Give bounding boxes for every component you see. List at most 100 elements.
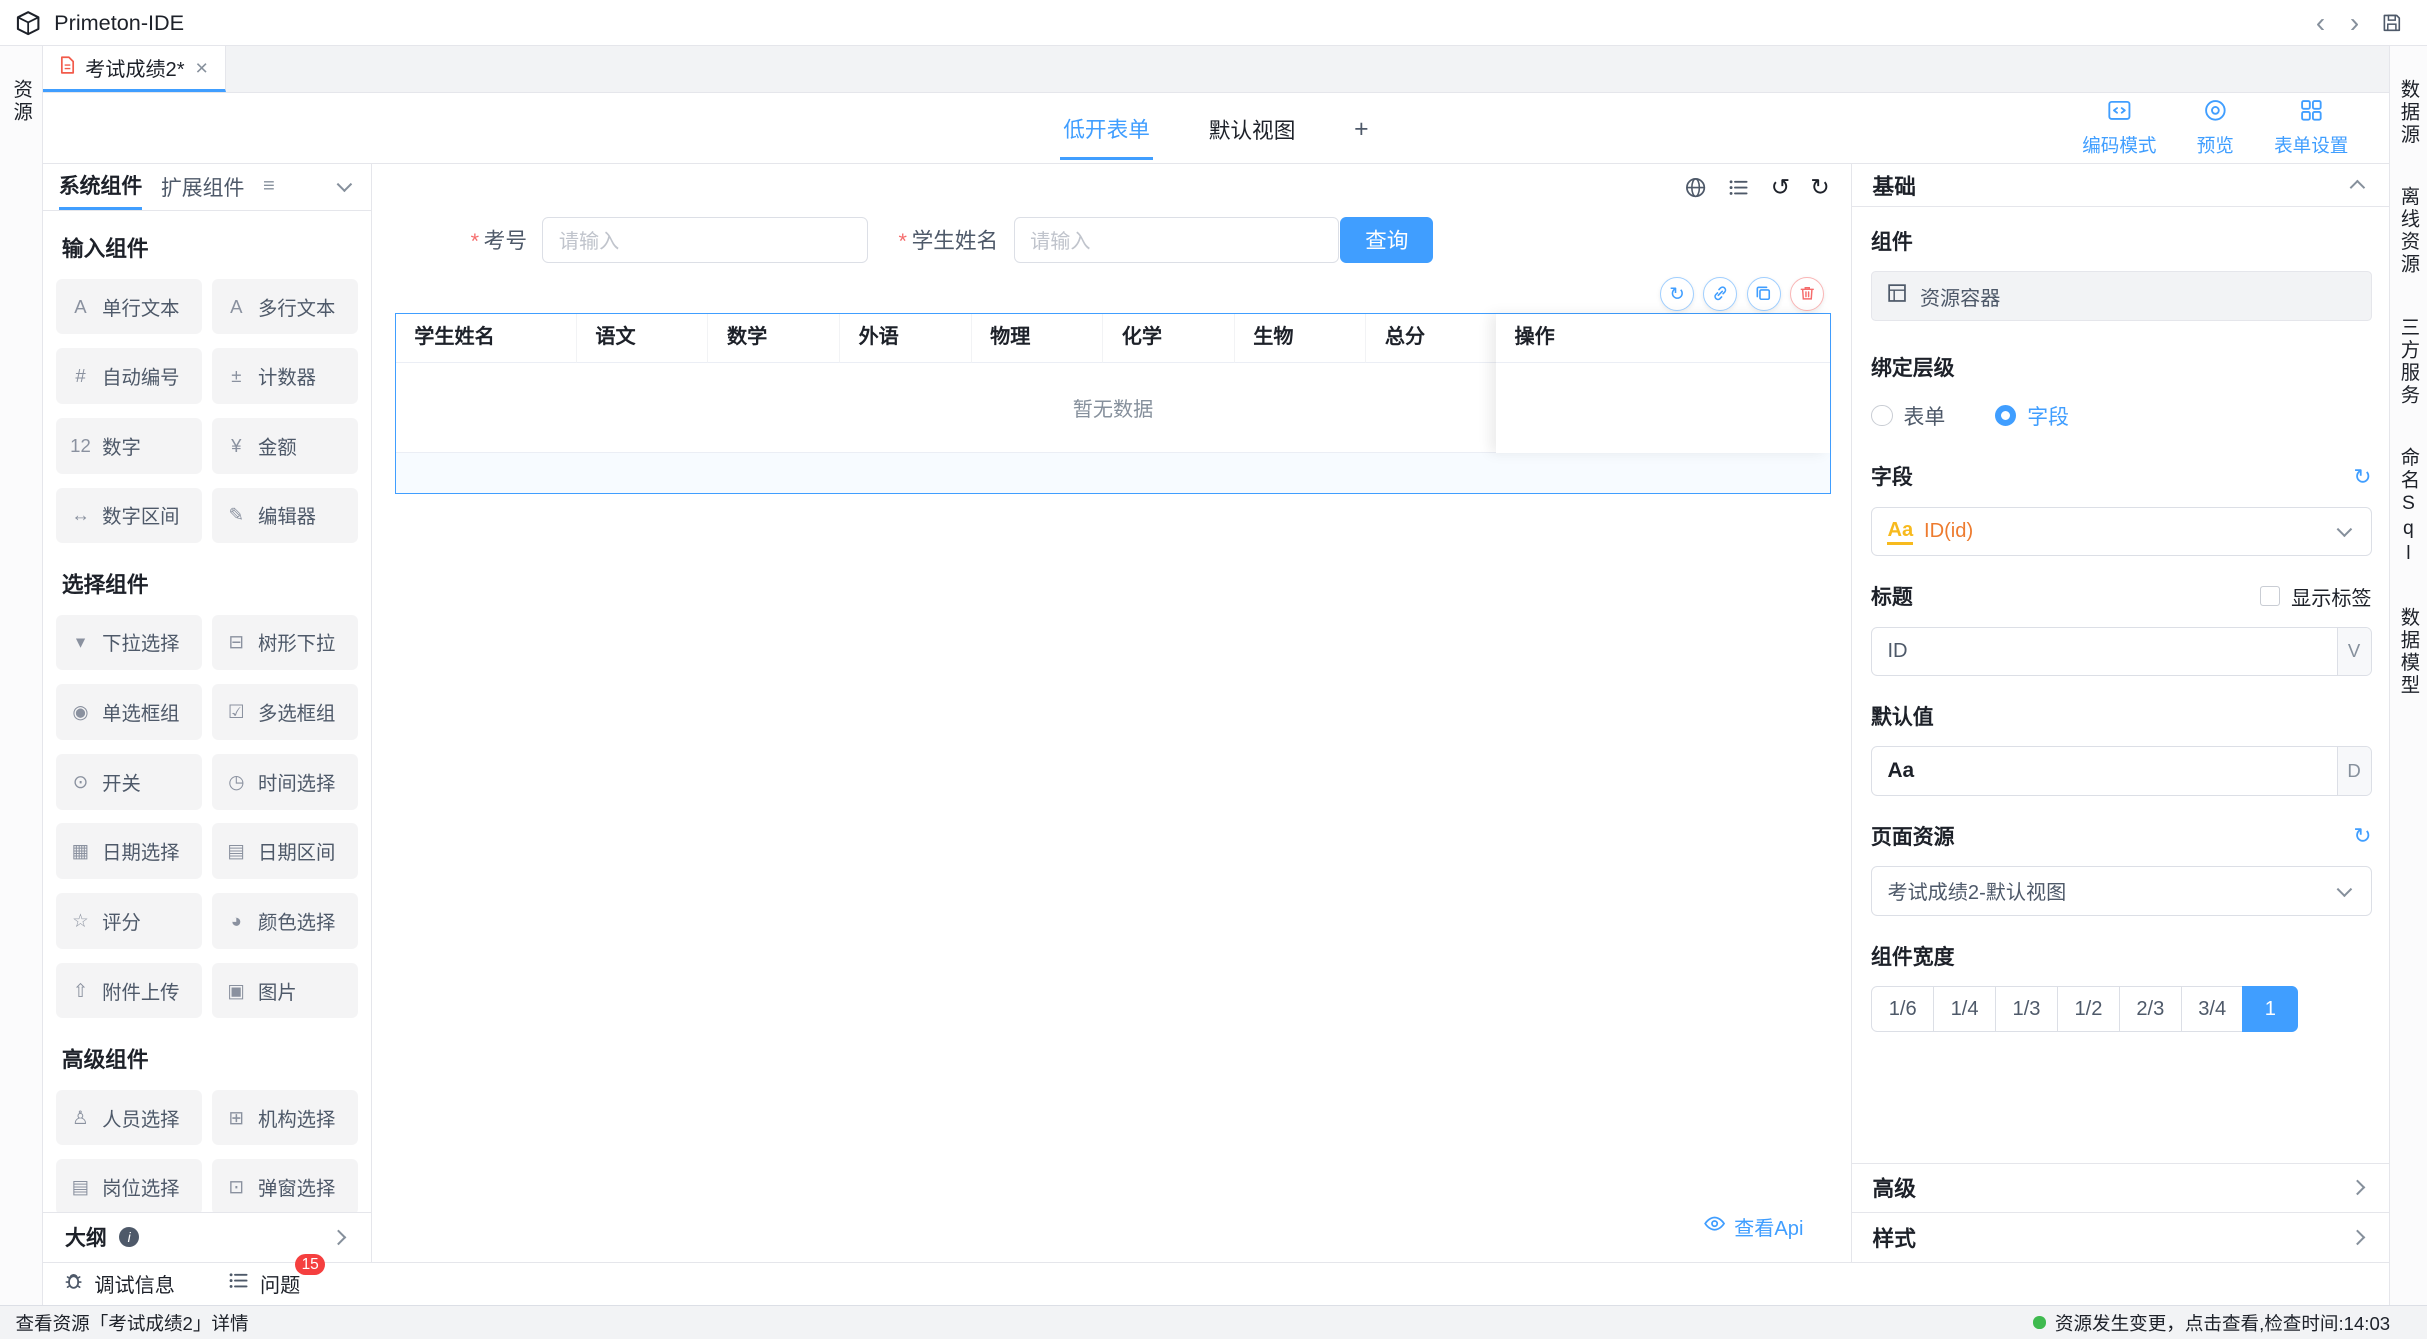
tab-close-icon[interactable]: × <box>194 55 210 81</box>
component-item-rating[interactable]: ☆评分 <box>56 893 203 949</box>
preview-label: 预览 <box>2197 131 2234 158</box>
show-label-checkbox[interactable]: 显示标签 <box>2260 582 2371 611</box>
style-section-header[interactable]: 样式 <box>1852 1212 2388 1262</box>
radio-circle-icon <box>1871 405 1893 427</box>
component-item-date-picker[interactable]: ▦日期选择 <box>56 823 203 879</box>
query-button[interactable]: 查询 <box>1340 217 1433 263</box>
component-item-switch[interactable]: ⊙开关 <box>56 754 203 810</box>
width-option-3-4[interactable]: 3/4 <box>2181 986 2244 1032</box>
component-item-dropdown[interactable]: ▾下拉选择 <box>56 615 203 671</box>
basic-section-title: 基础 <box>1873 170 1916 201</box>
date-picker-icon: ▦ <box>68 840 93 862</box>
design-canvas[interactable]: ↺ ↻ *考号 请输入 *学生姓名 请输入 查询 ↻ <box>372 164 1852 1262</box>
view-tab-form[interactable]: 低开表单 <box>1060 96 1153 161</box>
outline-bar[interactable]: 大纲 i <box>43 1212 370 1262</box>
field-label-student-name: *学生姓名 <box>898 224 998 255</box>
component-item-time-picker[interactable]: ◷时间选择 <box>212 754 359 810</box>
delete-button[interactable] <box>1790 277 1824 311</box>
component-item-multi-line-text[interactable]: A多行文本 <box>212 279 359 335</box>
debug-info-button[interactable]: 调试信息 <box>62 1269 175 1298</box>
exam-no-input[interactable]: 请输入 <box>542 217 867 263</box>
redo-icon[interactable]: ↻ <box>1810 176 1829 199</box>
tab-extended-components[interactable]: 扩展组件 <box>161 164 245 209</box>
nav-forward-icon[interactable]: › <box>2338 9 2372 37</box>
time-picker-icon: ◷ <box>224 771 249 793</box>
width-option-1-2[interactable]: 1/2 <box>2057 986 2120 1032</box>
component-label: 机构选择 <box>258 1104 335 1132</box>
preview-button[interactable]: 预览 <box>2197 98 2234 158</box>
title-input-value: ID <box>1872 628 2337 676</box>
component-item-tree-dropdown[interactable]: ⊟树形下拉 <box>212 615 359 671</box>
problems-button[interactable]: 问题 15 <box>227 1269 300 1298</box>
component-item-color-picker[interactable]: ◕颜色选择 <box>212 893 359 949</box>
width-option-full[interactable]: 1 <box>2242 986 2298 1032</box>
width-option-1-4[interactable]: 1/4 <box>1933 986 1996 1032</box>
container-empty-area[interactable] <box>396 453 1831 493</box>
width-option-1-3[interactable]: 1/3 <box>1995 986 2058 1032</box>
tab-system-components[interactable]: 系统组件 <box>59 164 143 209</box>
problems-label: 问题 <box>260 1269 300 1298</box>
width-option-1-6[interactable]: 1/6 <box>1871 986 1934 1032</box>
rail-item-third-party-service[interactable]: 三方服务 <box>2394 317 2422 407</box>
rail-item-named-sql[interactable]: 命名Sql <box>2394 447 2422 567</box>
sync-button[interactable]: ↻ <box>1660 277 1694 311</box>
component-item-radio-group[interactable]: ◉单选框组 <box>56 684 203 740</box>
copy-button[interactable] <box>1747 277 1781 311</box>
rail-item-data-model[interactable]: 数据模型 <box>2394 607 2422 697</box>
component-item-org-picker[interactable]: ⊞机构选择 <box>212 1090 359 1146</box>
outline-expand-button[interactable] <box>327 1227 349 1249</box>
component-item-single-line-text[interactable]: A单行文本 <box>56 279 203 335</box>
link-button[interactable] <box>1703 277 1737 311</box>
properties-panel: 基础 组件 资源容器 绑定层级 表单 <box>1851 164 2388 1262</box>
component-item-date-range[interactable]: ▤日期区间 <box>212 823 359 879</box>
component-item-auto-number[interactable]: #自动编号 <box>56 348 203 404</box>
component-item-checkbox-group[interactable]: ☑多选框组 <box>212 684 359 740</box>
selected-table-widget[interactable]: ↻ 学生姓名 语文 数学 外语 物理 <box>395 313 1832 495</box>
component-item-attachment-upload[interactable]: ⇧附件上传 <box>56 963 203 1019</box>
rail-item-resources[interactable]: 资源 <box>7 79 35 124</box>
globe-icon[interactable] <box>1684 176 1707 199</box>
default-value-toggle[interactable]: D <box>2337 747 2371 795</box>
component-item-amount[interactable]: ¥金额 <box>212 418 359 474</box>
nav-back-icon[interactable]: ‹ <box>2303 9 2337 37</box>
status-change-notice[interactable]: 资源发生变更，点击查看,检查时间:14:03 <box>2033 1309 2412 1336</box>
form-settings-button[interactable]: 表单设置 <box>2274 98 2348 158</box>
width-option-2-3[interactable]: 2/3 <box>2119 986 2182 1032</box>
checkbox-icon <box>2260 586 2280 606</box>
advanced-section-header[interactable]: 高级 <box>1852 1163 2388 1213</box>
student-name-input[interactable]: 请输入 <box>1014 217 1339 263</box>
add-view-button[interactable]: + <box>1351 99 1372 158</box>
page-resource-sync-icon[interactable]: ↻ <box>2353 825 2371 847</box>
radio-form[interactable]: 表单 <box>1871 401 1945 431</box>
component-item-counter[interactable]: ±计数器 <box>212 348 359 404</box>
component-item-person-picker[interactable]: ♙人员选择 <box>56 1090 203 1146</box>
component-item-image[interactable]: ▣图片 <box>212 963 359 1019</box>
default-value-input[interactable]: Aa D <box>1871 746 2372 796</box>
component-item-number[interactable]: 12数字 <box>56 418 203 474</box>
collapse-panel-button[interactable] <box>333 176 355 198</box>
component-item-post-picker[interactable]: ▤岗位选择 <box>56 1159 203 1212</box>
title-input[interactable]: ID V <box>1871 627 2372 677</box>
rail-item-datasource[interactable]: 数据源 <box>2394 79 2422 146</box>
outline-tree-icon[interactable] <box>1727 176 1750 199</box>
view-api-link[interactable]: 查看Api <box>1703 1212 1803 1241</box>
field-sync-icon[interactable]: ↻ <box>2353 466 2371 488</box>
view-tab-default-view[interactable]: 默认视图 <box>1206 97 1299 159</box>
panel-menu-icon[interactable]: ≡ <box>263 175 275 198</box>
component-item-editor[interactable]: ✎编辑器 <box>212 488 359 544</box>
basic-section-header[interactable]: 基础 <box>1852 164 2388 207</box>
document-tab[interactable]: 考试成绩2* × <box>43 46 226 91</box>
field-select[interactable]: Aa ID(id) <box>1871 507 2372 557</box>
save-icon[interactable] <box>2372 12 2412 34</box>
code-mode-button[interactable]: 编码模式 <box>2082 98 2156 158</box>
title-variable-toggle[interactable]: V <box>2337 628 2371 676</box>
component-item-dialog-picker[interactable]: ⊡弹窗选择 <box>212 1159 359 1212</box>
radio-field[interactable]: 字段 <box>1995 401 2069 431</box>
undo-icon[interactable]: ↺ <box>1771 176 1790 199</box>
collapse-basic-button[interactable] <box>2347 174 2369 196</box>
rail-item-offline-resource[interactable]: 离线资源 <box>2394 186 2422 276</box>
component-item-number-range[interactable]: ↔数字区间 <box>56 488 203 544</box>
page-resource-select[interactable]: 考试成绩2-默认视图 <box>1871 866 2372 916</box>
preview-icon <box>2203 98 2228 128</box>
text-type-icon: Aa <box>1887 759 1914 783</box>
